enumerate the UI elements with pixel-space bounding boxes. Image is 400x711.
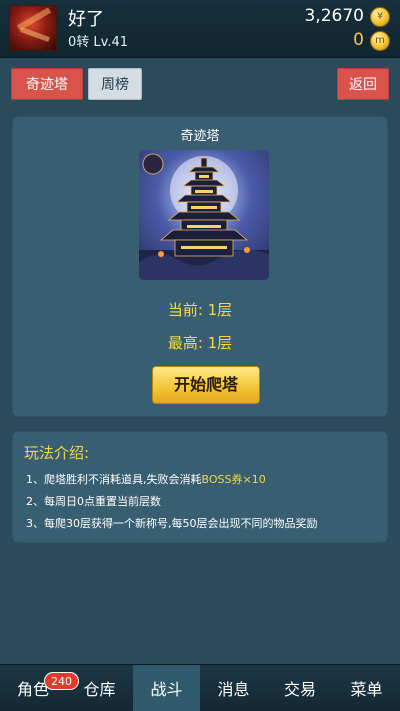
- rule-3: 3、每爬30层获得一个新称号,每50层会出现不同的物品奖励: [26, 517, 318, 530]
- rule-1: 1、爬塔胜利不消耗道具,失败会消耗BOSS券×10: [26, 471, 266, 487]
- pagoda-icon: [139, 153, 269, 280]
- tower-tab-button[interactable]: 奇迹塔: [11, 68, 83, 100]
- rules-panel: 玩法介绍: 1、爬塔胜利不消耗道具,失败会消耗BOSS券×10 2、每周日0点重…: [12, 431, 388, 543]
- nav-trade[interactable]: 交易: [267, 665, 333, 711]
- player-level: 0转 Lv.41: [68, 35, 129, 50]
- gold-coin-icon: ¥: [370, 7, 390, 27]
- max-floor: 最高: 1层: [167, 334, 233, 352]
- start-climb-button[interactable]: 开始爬塔: [152, 366, 260, 404]
- player-name: 好了: [68, 9, 104, 30]
- rule-2: 2、每周日0点重置当前层数: [26, 495, 161, 508]
- tower-panel: 奇迹塔 当前: 1层 最高: 1层 开始爬塔: [12, 116, 388, 417]
- gem-amount: 0: [353, 30, 364, 50]
- back-button[interactable]: 返回: [337, 68, 389, 100]
- tower-image: [139, 150, 269, 280]
- gold-amount: 3,2670: [304, 6, 364, 26]
- weekly-rank-button[interactable]: 周榜: [88, 68, 142, 100]
- gem-coin-icon: m: [370, 31, 390, 51]
- rules-title: 玩法介绍:: [24, 444, 90, 462]
- rule-1-text: 1、爬塔胜利不消耗道具,失败会消耗: [26, 473, 202, 486]
- top-bar: 好了 0转 Lv.41 3,2670 ¥ 0 m: [0, 0, 400, 58]
- nav-menu[interactable]: 菜单: [333, 665, 400, 711]
- avatar[interactable]: [9, 5, 57, 51]
- nav-warehouse[interactable]: 仓库: [66, 665, 133, 711]
- current-floor: 当前: 1层: [167, 301, 233, 319]
- nav-battle[interactable]: 战斗: [133, 665, 200, 711]
- nav-messages[interactable]: 消息: [200, 665, 267, 711]
- character-badge: 240: [44, 672, 79, 690]
- panel-title: 奇迹塔: [180, 129, 220, 144]
- rule-1-highlight: BOSS券×10: [201, 473, 266, 486]
- avatar-art-detail: [20, 27, 50, 42]
